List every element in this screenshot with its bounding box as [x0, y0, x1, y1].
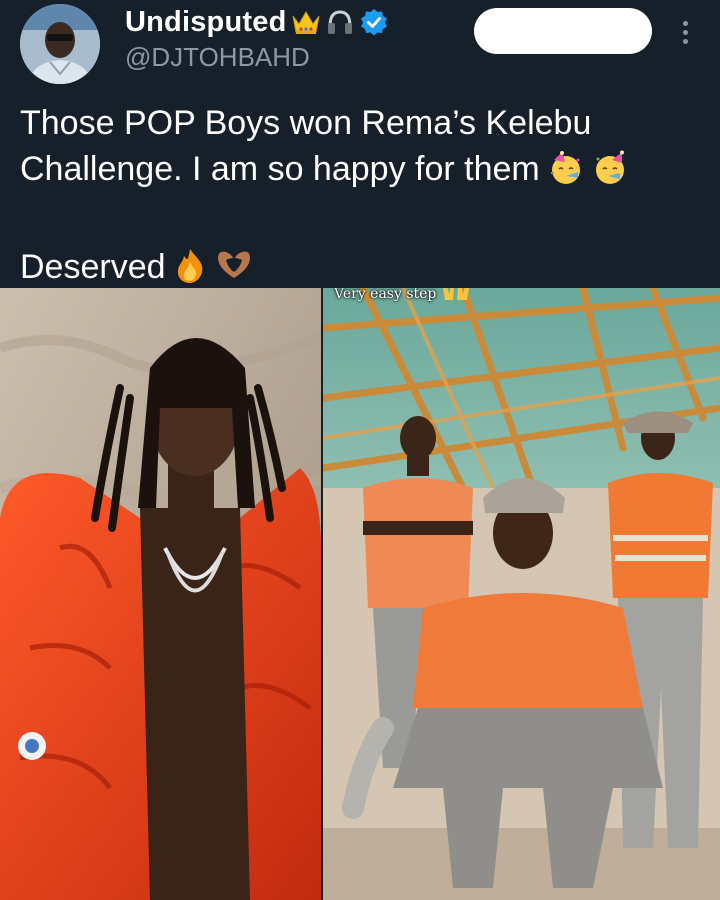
follow-button[interactable]	[474, 8, 652, 54]
partying-face-icon	[548, 150, 584, 198]
crown-icon	[291, 7, 321, 37]
name-row: Undisputed	[125, 4, 389, 40]
tweet-text: Those POP Boys won Rema’s Kelebu Challen…	[20, 100, 700, 296]
avatar[interactable]	[20, 4, 100, 84]
tweet-line-text: Deserved	[20, 248, 166, 286]
verified-badge-icon	[359, 7, 389, 37]
partying-face-icon	[592, 150, 628, 198]
tweet-media[interactable]: Very easy step	[0, 288, 720, 900]
tweet-line-with-emojis: Challenge. I am so happy for them	[20, 146, 700, 198]
raising-hands-icon	[441, 288, 471, 302]
media-photo-right[interactable]	[323, 288, 720, 900]
more-vertical-icon[interactable]	[670, 12, 700, 52]
media-caption-text: Very easy step	[334, 288, 437, 302]
tweet-line: Those POP Boys won Rema’s Kelebu	[20, 104, 592, 142]
media-photo-left[interactable]	[0, 288, 321, 900]
headphones-icon	[325, 7, 355, 37]
display-name[interactable]: Undisputed	[125, 6, 287, 39]
media-caption: Very easy step	[334, 288, 471, 308]
tweet-line-text: Challenge. I am so happy for them	[20, 150, 540, 188]
tweet-header: Undisputed @DJTOHBAHD	[0, 0, 720, 90]
user-handle[interactable]: @DJTOHBAHD	[125, 42, 310, 73]
